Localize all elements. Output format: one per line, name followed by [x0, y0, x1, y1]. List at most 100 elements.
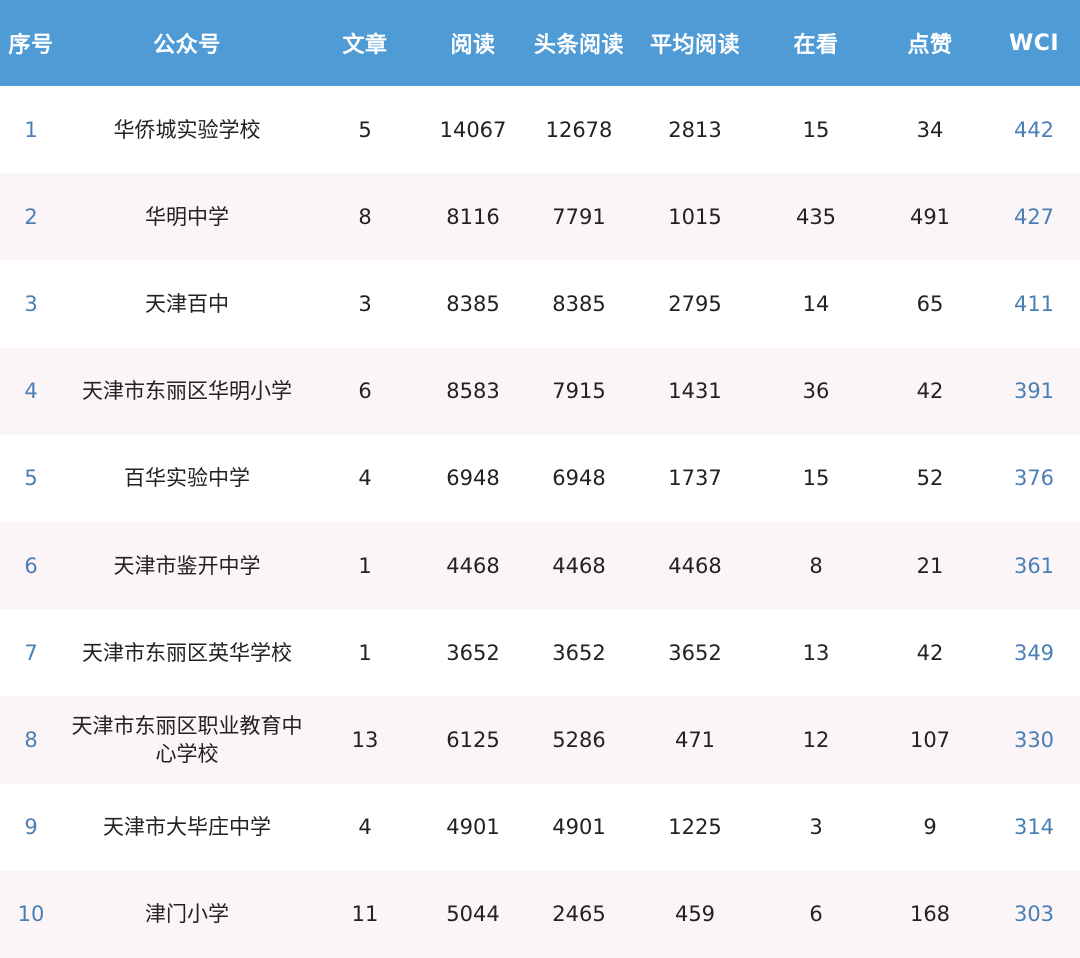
wci-cell: 411: [1013, 291, 1055, 316]
rank-cell: 9: [24, 815, 38, 840]
reads-cell: 14067: [439, 117, 507, 142]
reads-cell: 5044: [446, 902, 500, 927]
articles-cell: 5: [358, 117, 372, 142]
wci-cell: 314: [1013, 815, 1055, 840]
wci-cell: 427: [1013, 204, 1055, 229]
wci-cell: 361: [1013, 553, 1055, 578]
reads-cell: 4468: [446, 553, 500, 578]
reads-cell: 6125: [446, 727, 500, 752]
table-row: 6 天津市鉴开中学 1 4468 4468 4468 8 21 361: [0, 521, 1080, 610]
header-avg-reads: 平均阅读: [649, 33, 740, 58]
reads-cell: 6948: [446, 466, 500, 491]
avg-reads-cell: 459: [674, 902, 716, 927]
watching-cell: 36: [802, 379, 830, 404]
headline-reads-cell: 6948: [552, 466, 606, 491]
rank-cell: 7: [24, 640, 38, 665]
rank-cell: 3: [24, 291, 38, 316]
table-row: 5 百华实验中学 4 6948 6948 1737 15 52 376: [0, 434, 1080, 522]
table-row: 2 华明中学 8 8116 7791 1015 435 491 427: [0, 173, 1080, 261]
articles-cell: 1: [358, 553, 372, 578]
header-articles: 文章: [342, 33, 388, 58]
avg-reads-cell: 2813: [668, 117, 722, 142]
account-name-cell: 津门小学: [145, 902, 229, 927]
wci-cell: 303: [1013, 902, 1055, 927]
header-reads: 阅读: [450, 33, 496, 58]
table-header: 序号 公众号 文章 阅读 头条阅读 平均阅读 在看 点赞 WCI: [0, 0, 1080, 86]
header-rank: 序号: [8, 33, 54, 58]
table-row: 10 津门小学 11 5044 2465 459 6 168 303: [0, 870, 1080, 958]
avg-reads-cell: 2795: [668, 291, 722, 316]
headline-reads-cell: 2465: [552, 902, 606, 927]
table-row: 3 天津百中 3 8385 8385 2795 14 65 411: [0, 260, 1080, 348]
avg-reads-cell: 1737: [668, 466, 722, 491]
headline-reads-cell: 7915: [552, 379, 606, 404]
articles-cell: 1: [358, 640, 372, 665]
table-row: 7 天津市东丽区英华学校 1 3652 3652 3652 13 42 349: [0, 609, 1080, 697]
headline-reads-cell: 7791: [552, 204, 606, 229]
likes-cell: 52: [916, 466, 944, 491]
rank-cell: 10: [17, 902, 45, 927]
account-name-cell: 天津市鉴开中学: [113, 553, 261, 578]
likes-cell: 42: [916, 379, 944, 404]
avg-reads-cell: 4468: [668, 553, 722, 578]
likes-cell: 42: [916, 640, 944, 665]
table-row: 8 天津市东丽区职业教育中心学校 13 6125 5286 471 12 107…: [0, 696, 1080, 784]
header-headline-reads: 头条阅读: [533, 33, 624, 58]
watching-cell: 13: [802, 640, 830, 665]
likes-cell: 491: [909, 204, 951, 229]
account-name-cell: 华侨城实验学校: [113, 117, 261, 142]
headline-reads-cell: 12678: [545, 117, 613, 142]
avg-reads-cell: 1431: [668, 379, 722, 404]
watching-cell: 14: [802, 291, 830, 316]
articles-cell: 3: [358, 291, 372, 316]
headline-reads-cell: 4901: [552, 815, 606, 840]
wci-cell: 376: [1013, 466, 1055, 491]
wci-cell: 349: [1013, 640, 1055, 665]
ranking-table: 序号 公众号 文章 阅读 头条阅读 平均阅读 在看 点赞 WCI 1 华侨城实验…: [0, 0, 1080, 958]
header-wci: WCI: [1008, 30, 1060, 56]
watching-cell: 15: [802, 466, 830, 491]
account-name-cell: 天津市东丽区华明小学: [82, 379, 292, 404]
rank-cell: 6: [24, 553, 38, 578]
articles-cell: 4: [358, 466, 372, 491]
account-name-cell: 天津百中: [145, 291, 229, 316]
reads-cell: 8116: [446, 204, 500, 229]
account-name-cell: 天津市东丽区英华学校: [82, 640, 292, 665]
table-row: 4 天津市东丽区华明小学 6 8583 7915 1431 36 42 391: [0, 347, 1080, 435]
wci-cell: 330: [1013, 727, 1055, 752]
avg-reads-cell: 471: [674, 727, 716, 752]
table-body: 1 华侨城实验学校 5 14067 12678 2813 15 34 442 2…: [0, 86, 1080, 958]
likes-cell: 107: [909, 727, 951, 752]
avg-reads-cell: 1225: [668, 815, 722, 840]
wci-cell: 442: [1013, 117, 1055, 142]
likes-cell: 168: [909, 902, 951, 927]
headline-reads-cell: 4468: [552, 553, 606, 578]
articles-cell: 8: [358, 204, 372, 229]
reads-cell: 3652: [446, 640, 500, 665]
table-row: 1 华侨城实验学校 5 14067 12678 2813 15 34 442: [0, 86, 1080, 174]
table-row: 9 天津市大毕庄中学 4 4901 4901 1225 3 9 314: [0, 783, 1080, 871]
rank-cell: 4: [24, 379, 38, 404]
likes-cell: 34: [916, 117, 944, 142]
watching-cell: 15: [802, 117, 830, 142]
watching-cell: 435: [795, 204, 837, 229]
headline-reads-cell: 5286: [552, 727, 606, 752]
reads-cell: 8385: [446, 291, 500, 316]
account-name-cell: 天津市大毕庄中学: [103, 815, 271, 840]
headline-reads-cell: 3652: [552, 640, 606, 665]
reads-cell: 8583: [446, 379, 500, 404]
rank-cell: 8: [24, 727, 38, 752]
account-name-cell: 天津市东丽区职业教育中心学校: [71, 713, 303, 766]
header-likes: 点赞: [907, 33, 953, 58]
likes-cell: 9: [923, 815, 937, 840]
articles-cell: 6: [358, 379, 372, 404]
watching-cell: 12: [802, 727, 830, 752]
avg-reads-cell: 3652: [668, 640, 722, 665]
likes-cell: 21: [916, 553, 944, 578]
rank-cell: 1: [24, 117, 38, 142]
articles-cell: 4: [358, 815, 372, 840]
avg-reads-cell: 1015: [668, 204, 722, 229]
likes-cell: 65: [916, 291, 944, 316]
header-watching: 在看: [793, 33, 839, 58]
rank-cell: 2: [24, 204, 38, 229]
